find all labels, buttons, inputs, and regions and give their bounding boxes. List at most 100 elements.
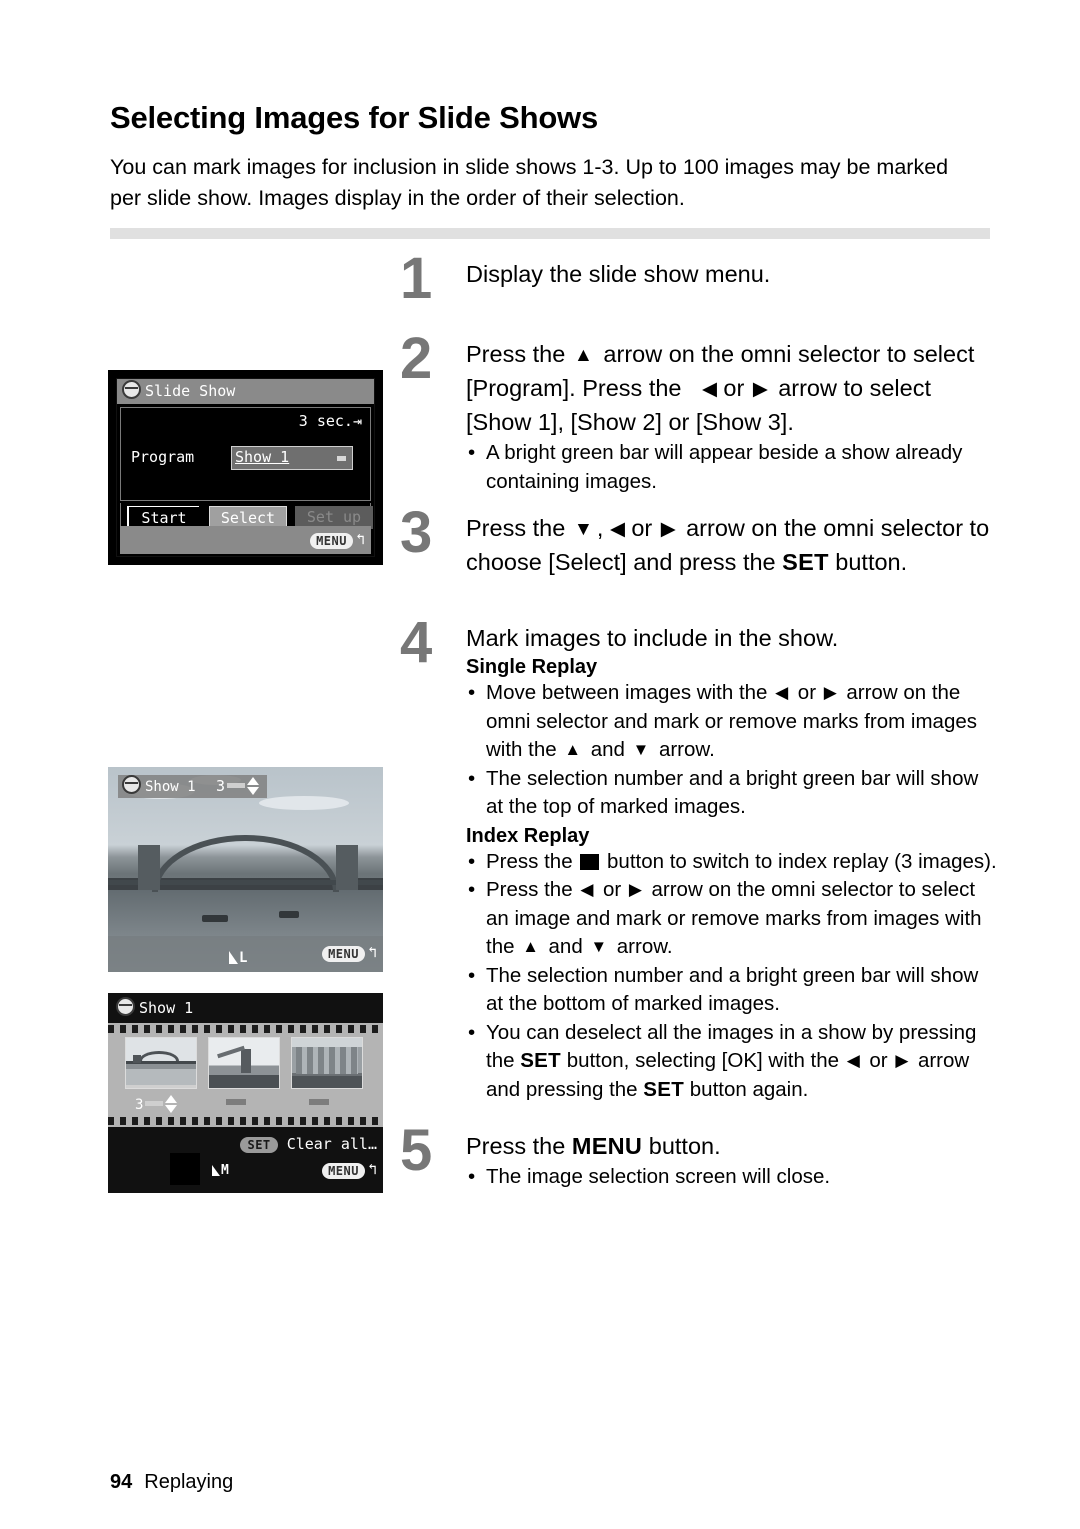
- single-replay-bullets: Move between images with the ◀ or ▶ arro…: [466, 679, 1000, 822]
- boat-shape: [278, 910, 299, 918]
- up-arrow-icon: ▲: [573, 345, 593, 366]
- bullet: Press the ◀ or ▶ arrow on the omni selec…: [466, 876, 1000, 962]
- filmstrip: 3: [108, 1023, 383, 1127]
- index-replay-header: Show 1: [108, 993, 383, 1023]
- left-arrow-icon: ◀: [775, 683, 789, 702]
- right-arrow-icon: ▶: [660, 519, 676, 540]
- up-arrow-icon: ▲: [522, 937, 539, 956]
- black-swatch: [170, 1153, 200, 1185]
- lcd-menu-footer: MENU ↰: [120, 526, 371, 554]
- menu-pill: MENU: [322, 946, 365, 962]
- bullet: A bright green bar will appear beside a …: [466, 439, 1000, 496]
- index-replay-heading: Index Replay: [466, 824, 590, 847]
- step-2-text-a: Press the: [466, 341, 566, 367]
- step-5-text-a: Press the: [466, 1133, 566, 1159]
- lcd-single-replay: Show 1 3 L MENU ↰: [108, 767, 383, 972]
- menu-return-hint: MENU ↰: [310, 530, 365, 549]
- bullet: Move between images with the ◀ or ▶ arro…: [466, 679, 1000, 765]
- index-replay-bullets: Press the button to switch to index repl…: [466, 848, 1000, 1105]
- up-down-arrows-icon: [165, 1095, 178, 1113]
- quality-wedge-icon: [212, 1165, 220, 1176]
- step-3-text-a: Press the: [466, 515, 566, 541]
- left-arrow-icon: ◀: [609, 519, 625, 540]
- menu-button-keyword: MENU: [571, 1133, 643, 1159]
- thumbnail-1[interactable]: [125, 1037, 197, 1089]
- thumb-tower: [241, 1049, 252, 1073]
- lcd-slideshow-menu: Slide Show 3 sec.⇥ Program Show 1 Start …: [108, 370, 383, 565]
- index-replay-footer: M SET Clear all… MENU ↰: [108, 1127, 383, 1193]
- step-2: 2 Press the ▲ arrow on the omni selector…: [400, 330, 1000, 510]
- right-arrow-icon: ▶: [628, 880, 642, 899]
- green-bar-indicator: [145, 1101, 164, 1106]
- thumbnail-2-marker: [226, 1099, 246, 1105]
- right-arrow-icon: ▶: [895, 1051, 909, 1070]
- page-footer: 94 Replaying: [110, 1471, 233, 1494]
- thumb-building-facade: [296, 1047, 358, 1074]
- lcd-index-replay: Show 1 3 M SET Clear all… MENU ↰: [108, 993, 383, 1193]
- left-arrow-icon: ◀: [580, 880, 594, 899]
- step-5-text-b: button.: [648, 1133, 721, 1159]
- bridge-pylon-left: [138, 844, 161, 890]
- return-arrow-icon: ↰: [367, 1160, 377, 1178]
- thumb-foreground: [292, 1076, 362, 1088]
- single-replay-heading: Single Replay: [466, 656, 598, 678]
- set-button-keyword: SET: [643, 1077, 685, 1101]
- thumb-bridge-arch: [138, 1051, 180, 1061]
- thumbnail-3-marker: [309, 1099, 329, 1105]
- lcd-menu-titlebar: Slide Show: [117, 379, 374, 404]
- sprocket-holes-top: [108, 1025, 383, 1033]
- bullet-text-b: or: [797, 681, 817, 704]
- clear-all-label: Clear all…: [286, 1135, 377, 1153]
- image-quality-icon: L: [229, 950, 247, 966]
- sprocket-holes-bottom: [108, 1117, 383, 1125]
- step-3-number: 3: [400, 500, 433, 565]
- bullet: The selection number and a bright green …: [466, 765, 1000, 822]
- bullet-text-e: button again.: [689, 1077, 809, 1101]
- green-bar-indicator: [227, 783, 246, 788]
- slideshow-globe-icon: [122, 380, 141, 399]
- slideshow-globe-icon: [116, 997, 135, 1016]
- step-5: 5 Press the MENU button. The image selec…: [400, 1122, 1000, 1192]
- bullet: Press the button to switch to index repl…: [466, 848, 1000, 877]
- page-title: Selecting Images for Slide Shows: [110, 100, 599, 135]
- green-bar-indicator: [337, 456, 346, 461]
- bullet-text-a: Move between images with the: [486, 681, 768, 704]
- slideshow-globe-icon: [122, 775, 141, 794]
- single-replay-bottom-bar: L MENU ↰: [108, 936, 383, 972]
- program-value: Show 1: [235, 448, 290, 466]
- menu-return-hint: MENU ↰: [322, 1160, 377, 1179]
- program-value-box[interactable]: Show 1: [231, 446, 353, 470]
- thumbnail-1-selection: 3: [135, 1095, 178, 1113]
- bullet-text-d: and: [548, 935, 583, 958]
- set-button-keyword: SET: [520, 1049, 561, 1072]
- return-arrow-icon: ↰: [355, 530, 365, 548]
- quality-wedge-icon: [229, 951, 238, 964]
- lcd-menu-inner: Slide Show 3 sec.⇥ Program Show 1 Start …: [116, 378, 375, 557]
- step-2-bullets: A bright green bar will appear beside a …: [466, 439, 1000, 496]
- bullet-text-b: button, selecting [OK] with the: [566, 1049, 840, 1072]
- bullet-text-d: and: [590, 738, 625, 761]
- duration-value: 3 sec.: [298, 412, 353, 430]
- show-label: Show 1: [139, 999, 194, 1017]
- clear-all-hint[interactable]: SET Clear all…: [240, 1135, 377, 1153]
- thumbnail-2[interactable]: [208, 1037, 280, 1089]
- header-divider: [110, 228, 990, 239]
- return-arrow-icon: ↰: [367, 943, 377, 961]
- thumbnail-3[interactable]: [291, 1037, 363, 1089]
- step-4: 4 Mark images to include in the show. Si…: [400, 614, 1000, 1105]
- bullet-text-a: Press the: [486, 878, 573, 901]
- down-arrow-icon: ▼: [573, 519, 593, 540]
- menu-return-hint: MENU ↰: [322, 943, 377, 962]
- step-3-text-c: or: [631, 515, 653, 541]
- lcd-menu-body: 3 sec.⇥ Program Show 1: [120, 407, 371, 501]
- jump-icon: ⇥: [352, 412, 362, 430]
- index-replay-button-icon: [580, 853, 600, 870]
- right-arrow-icon: ▶: [823, 683, 837, 702]
- up-down-arrows-icon: [247, 777, 260, 795]
- program-label: Program: [131, 448, 195, 466]
- step-3-text-e: button.: [835, 549, 908, 575]
- step-5-bullets: The image selection screen will close.: [466, 1163, 1000, 1192]
- step-3: 3 Press the ▼, ◀ or ▶ arrow on the omni …: [400, 504, 1000, 620]
- step-1-number: 1: [400, 246, 433, 311]
- bullet-text-c: or: [869, 1049, 888, 1072]
